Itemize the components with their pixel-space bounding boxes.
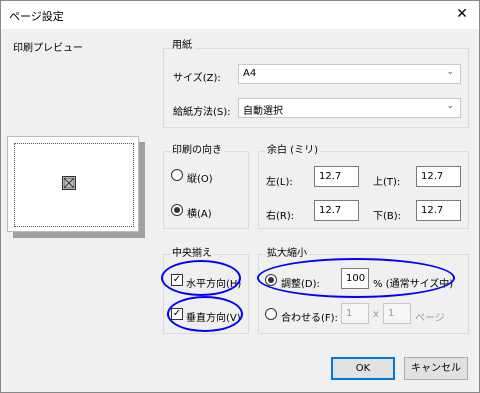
fit-x-label: x — [373, 309, 379, 320]
preview-content-icon — [62, 176, 76, 190]
landscape-radio[interactable] — [171, 204, 183, 216]
margin-right-input[interactable]: 12.7 — [314, 200, 359, 221]
chevron-down-icon: ⌄ — [446, 67, 454, 77]
portrait-label: 縦(O) — [187, 174, 213, 185]
title-bar: ページ設定 ✕ — [1, 1, 479, 29]
center-group-label: 中央揃え — [170, 248, 214, 260]
annotation-oval-horizontal — [161, 260, 241, 296]
paper-feed-label: 給紙方法(S): — [173, 107, 231, 118]
annotation-oval-vertical — [167, 296, 243, 332]
margin-top-label: 上(T): — [373, 177, 401, 188]
fit-suffix: ページ — [415, 313, 445, 324]
chevron-down-icon: ⌄ — [446, 101, 454, 111]
fit-label: 合わせる(F): — [281, 313, 338, 324]
annotation-oval-adjust — [257, 258, 455, 298]
preview-cross-icon — [63, 177, 75, 189]
window-title: ページ設定 — [9, 10, 64, 23]
margin-right-label: 右(R): — [266, 211, 295, 222]
orientation-group-label: 印刷の向き — [170, 145, 224, 157]
scale-group-label: 拡大縮小 — [265, 248, 309, 260]
page-setup-dialog: ページ設定 ✕ 印刷プレビュー 用紙 サイズ(Z): A4 ⌄ 給紙方法(S):… — [0, 0, 480, 393]
landscape-label: 横(A) — [187, 209, 212, 220]
cancel-button[interactable]: キャンセル — [404, 357, 468, 380]
margin-left-input[interactable]: 12.7 — [314, 166, 359, 187]
paper-size-value: A4 — [243, 68, 257, 79]
margin-left-label: 左(L): — [266, 177, 293, 188]
margin-bottom-input[interactable]: 12.7 — [416, 200, 461, 221]
paper-size-select[interactable]: A4 ⌄ — [238, 64, 461, 84]
margin-top-input[interactable]: 12.7 — [416, 166, 461, 187]
close-icon[interactable]: ✕ — [447, 1, 477, 27]
ok-button[interactable]: OK — [331, 357, 395, 380]
fit-wide-input[interactable]: 1 — [341, 303, 369, 324]
fit-radio[interactable] — [265, 308, 277, 320]
preview-label: 印刷プレビュー — [13, 43, 83, 54]
fit-tall-input[interactable]: 1 — [383, 303, 411, 324]
margin-bottom-label: 下(B): — [373, 211, 402, 222]
paper-group-label: 用紙 — [170, 40, 194, 52]
paper-size-label: サイズ(Z): — [173, 73, 221, 84]
preview-page — [7, 136, 139, 232]
paper-feed-select[interactable]: 自動選択 ⌄ — [238, 98, 461, 118]
paper-feed-value: 自動選択 — [243, 106, 283, 117]
portrait-radio[interactable] — [171, 169, 183, 181]
margins-group-label: 余白 (ミリ) — [265, 145, 320, 157]
